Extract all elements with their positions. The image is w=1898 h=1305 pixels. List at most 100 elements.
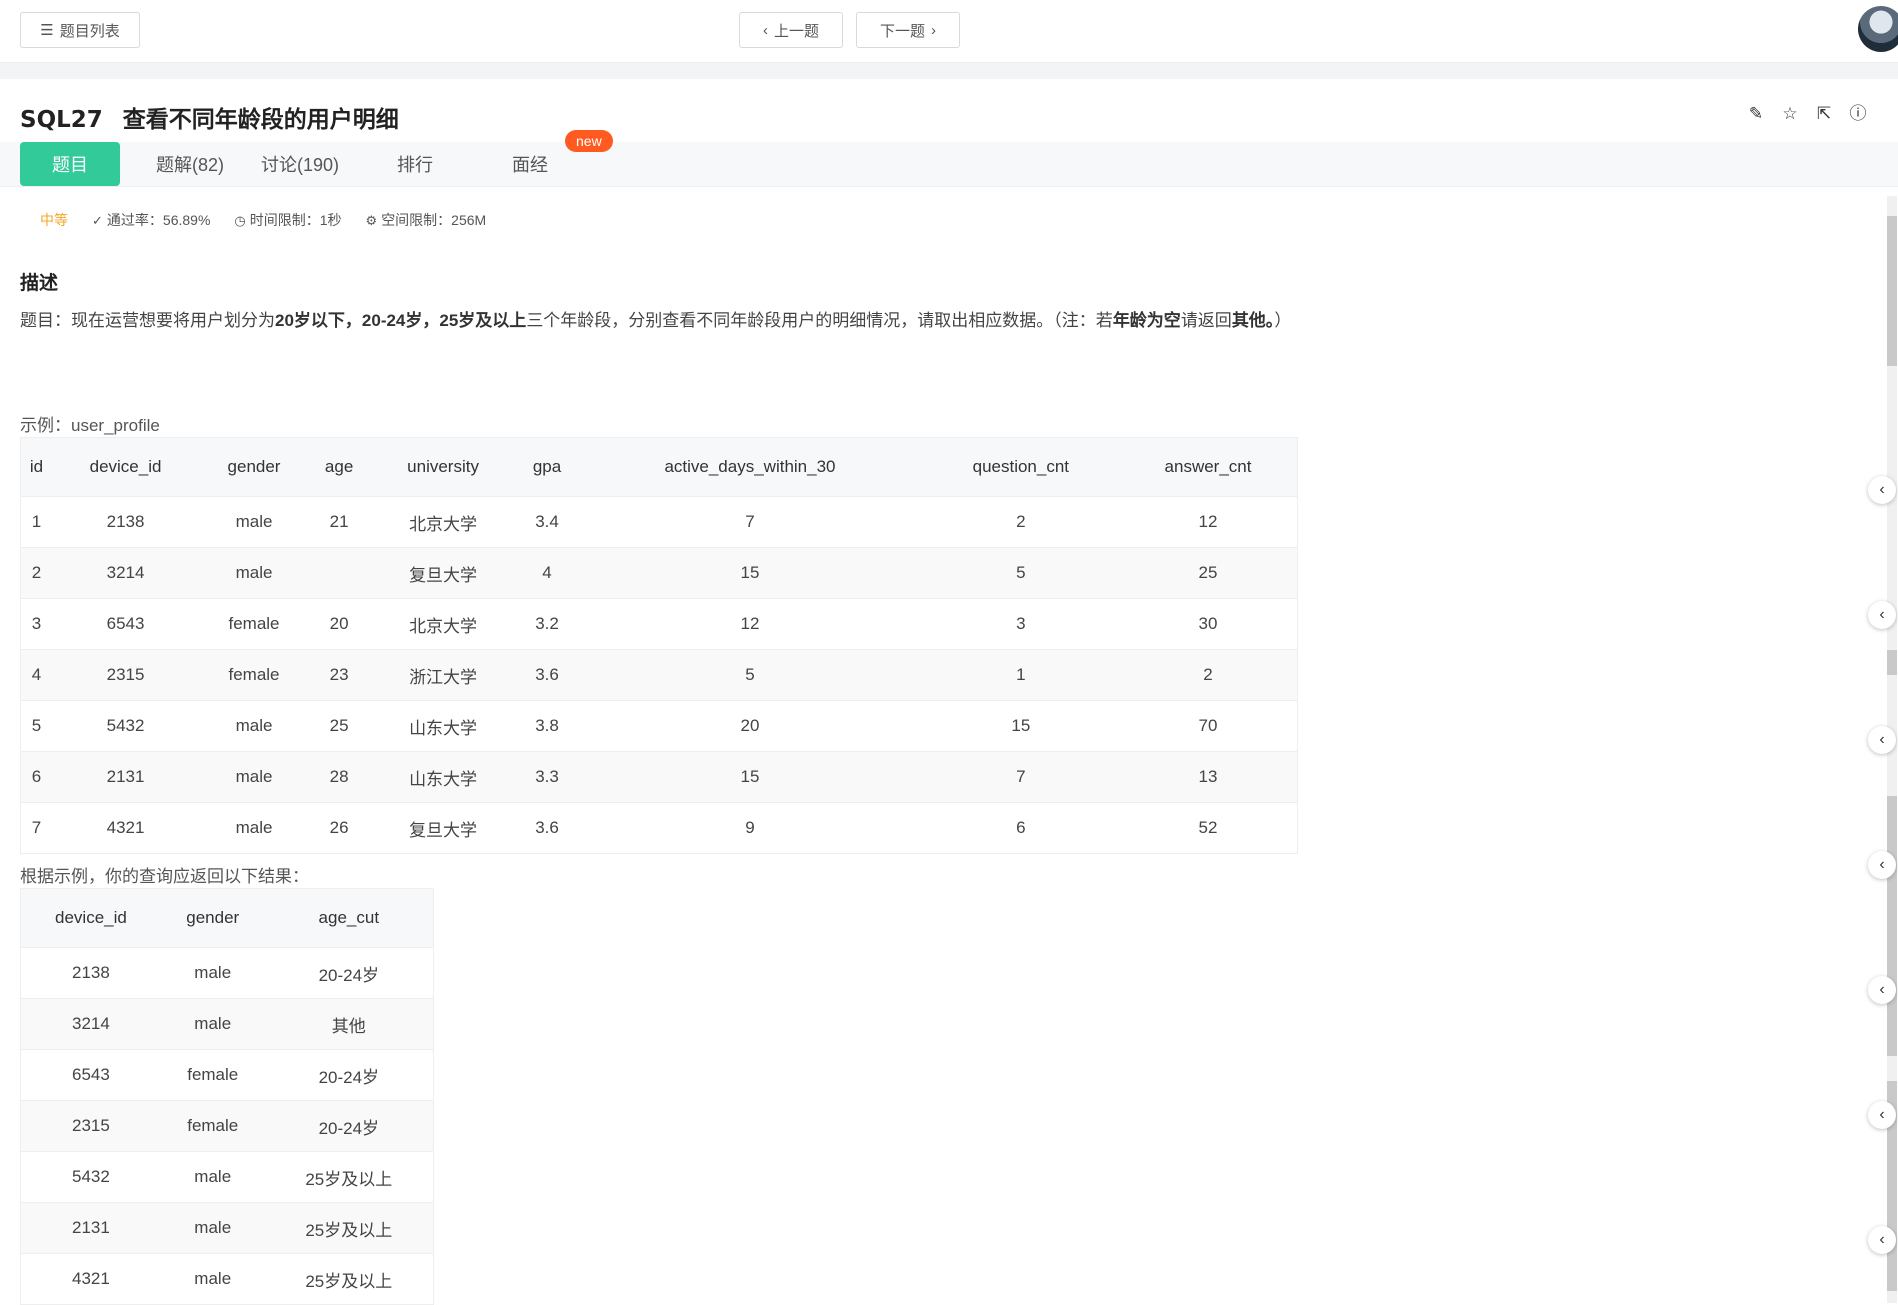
difficulty-badge: 中等 [40, 212, 68, 228]
next-problem-button[interactable]: 下一题 › [856, 12, 960, 48]
chevron-left-icon: ‹ [762, 21, 768, 39]
table-cell: 20-24岁 [264, 947, 434, 999]
top-bar: ☰ 题目列表 ‹ 上一题 下一题 › [0, 0, 1898, 63]
column-header: gender [160, 888, 265, 948]
table-cell: 4321 [51, 802, 200, 854]
table-cell: 5 [577, 649, 923, 701]
table-cell: 21 [308, 496, 370, 548]
collapse-arrow-icon[interactable]: ‹ [1868, 1226, 1896, 1254]
table-cell: male [199, 700, 309, 752]
column-header: active_days_within_30 [577, 437, 923, 497]
column-header: question_cnt [922, 437, 1119, 497]
edit-icon[interactable]: ✎ [1746, 104, 1766, 124]
table-cell: 北京大学 [369, 496, 517, 548]
result-label: 根据示例，你的查询应返回以下结果： [20, 867, 309, 886]
column-header: device_id [20, 888, 161, 948]
column-header: gender [199, 437, 309, 497]
table-cell: 2138 [51, 496, 200, 548]
problem-list-button[interactable]: ☰ 题目列表 [20, 12, 140, 48]
table-cell: 浙江大学 [369, 649, 517, 701]
collapse-arrow-icon[interactable]: ‹ [1868, 851, 1896, 879]
table-row: 2131 male 25岁及以上 [20, 1202, 434, 1254]
chevron-right-icon: › [931, 21, 936, 39]
new-badge: new [565, 130, 613, 152]
column-header: answer_cnt [1119, 437, 1298, 497]
table-cell: 3.6 [516, 649, 578, 701]
desc-bold: 20岁以下，20-24岁，25岁及以上 [275, 311, 527, 330]
table-header-row: id device_id gender age university gpa a… [20, 437, 1298, 497]
table-cell: 其他 [264, 998, 434, 1050]
report-icon[interactable]: ⓘ [1848, 104, 1868, 124]
table-cell: 5 [20, 700, 52, 752]
table-cell: 20 [308, 598, 370, 650]
scrollbar-mark [1887, 650, 1897, 675]
space-limit: ⚙ 空间限制：256M [366, 210, 487, 230]
collapse-arrow-icon[interactable]: ‹ [1868, 1101, 1896, 1129]
table-cell: 3 [922, 598, 1119, 650]
table-cell: 3.3 [516, 751, 578, 803]
table-cell: 1 [922, 649, 1119, 701]
table-cell: 9 [577, 802, 923, 854]
table-row: 4 2315 female 23 浙江大学 3.6 5 1 2 [20, 649, 1298, 701]
clock-icon: ◷ [234, 213, 246, 228]
table-cell: 15 [577, 547, 923, 599]
table-cell: 6543 [51, 598, 200, 650]
tab-bar: 题目 题解(82) 讨论(190) 排行 面经 [0, 142, 1898, 187]
table-cell: 2 [1119, 649, 1298, 701]
scrollbar-thumb[interactable] [1887, 216, 1897, 366]
table-cell: 52 [1119, 802, 1298, 854]
page-title: SQL27 查看不同年龄段的用户明细 [20, 100, 399, 134]
collapse-arrow-icon[interactable]: ‹ [1868, 476, 1896, 504]
prev-problem-button[interactable]: ‹ 上一题 [739, 12, 843, 48]
time-limit: ◷ 时间限制：1秒 [234, 210, 341, 230]
table-cell: 25岁及以上 [264, 1151, 434, 1203]
column-header: age_cut [264, 888, 434, 948]
table-row: 2315 female 20-24岁 [20, 1100, 434, 1152]
tab-solutions[interactable]: 题解(82) [140, 142, 240, 186]
table-cell: 5 [922, 547, 1119, 599]
table-cell: female [160, 1049, 265, 1101]
star-icon[interactable]: ☆ [1780, 104, 1800, 124]
time-limit-text: 时间限制：1秒 [249, 212, 342, 228]
table-cell: 北京大学 [369, 598, 517, 650]
check-circle-icon: ✓ [92, 213, 103, 228]
tab-interview[interactable]: 面经 [480, 142, 580, 186]
example-table: id device_id gender age university gpa a… [20, 437, 1298, 854]
table-cell: 2138 [20, 947, 161, 999]
tab-ranking[interactable]: 排行 [365, 142, 465, 186]
table-cell: 7 [577, 496, 923, 548]
table-cell: 20 [577, 700, 923, 752]
table-cell: male [160, 1202, 265, 1254]
table-cell: 20-24岁 [264, 1100, 434, 1152]
next-problem-label: 下一题 [879, 22, 925, 40]
table-cell: 复旦大学 [369, 547, 517, 599]
table-cell: 3.2 [516, 598, 578, 650]
collapse-arrow-icon[interactable]: ‹ [1868, 976, 1896, 1004]
table-cell: 2 [20, 547, 52, 599]
column-header: gpa [516, 437, 578, 497]
result-table: device_id gender age_cut 2138 male 20-24岁 3… [20, 888, 434, 1305]
table-cell: 2131 [20, 1202, 161, 1254]
collapse-arrow-icon[interactable]: ‹ [1868, 601, 1896, 629]
table-cell: 4 [516, 547, 578, 599]
table-cell: male [199, 751, 309, 803]
tab-problem[interactable]: 题目 [20, 142, 120, 186]
avatar[interactable] [1858, 6, 1898, 52]
table-cell: 2 [922, 496, 1119, 548]
table-cell: 23 [308, 649, 370, 701]
table-cell: 3.8 [516, 700, 578, 752]
table-cell: 12 [1119, 496, 1298, 548]
table-cell: 3214 [51, 547, 200, 599]
table-cell: 山东大学 [369, 700, 517, 752]
tab-discussion[interactable]: 讨论(190) [250, 142, 350, 186]
table-cell: 25 [308, 700, 370, 752]
table-cell: 4321 [20, 1253, 161, 1305]
table-cell: male [160, 998, 265, 1050]
table-cell: 15 [577, 751, 923, 803]
table-cell: male [199, 547, 309, 599]
space-limit-text: 空间限制：256M [381, 212, 487, 228]
collapse-arrow-icon[interactable]: ‹ [1868, 726, 1896, 754]
table-cell: 3 [20, 598, 52, 650]
share-icon[interactable]: ⇱ [1814, 104, 1834, 124]
list-icon: ☰ [40, 22, 54, 39]
